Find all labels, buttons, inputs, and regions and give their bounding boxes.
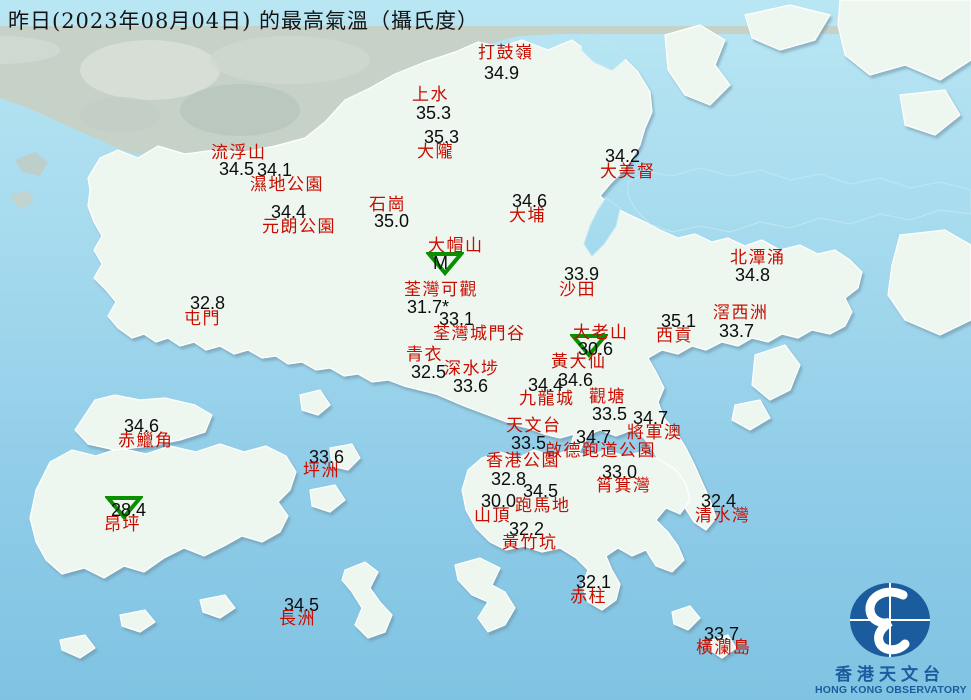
station-name: 黃大仙: [551, 352, 607, 371]
station-name: 荃灣可觀: [404, 280, 478, 299]
station-name: 筲箕灣: [596, 476, 652, 495]
station-name: 上水: [412, 85, 449, 104]
station-value: 33.7: [719, 321, 755, 341]
station-name: 元朗公園: [262, 217, 336, 236]
station-name: 跑馬地: [515, 496, 571, 515]
station-name: 青衣: [406, 345, 443, 364]
station-name: 濕地公園: [250, 175, 324, 194]
station-value: 34.5: [219, 159, 255, 179]
station-name: 山頂: [474, 506, 511, 525]
station-value: 33.5: [511, 433, 547, 453]
station-value: 34.9: [484, 63, 520, 83]
station-value: 35.3: [416, 103, 452, 123]
station-name: 北潭涌: [730, 248, 786, 267]
station-name: 沙田: [559, 280, 596, 299]
station-name: 深水埗: [444, 359, 500, 378]
station-name: 大埔: [509, 206, 546, 225]
station-name: 天文台: [506, 416, 562, 435]
hko-logo-emblem: [850, 582, 930, 657]
station-name: 觀塘: [589, 387, 626, 406]
station-name: 昂坪: [104, 515, 141, 534]
station-name: 赤鱲角: [118, 431, 174, 450]
station-value: 35.0: [374, 211, 410, 231]
station-name: 赤柱: [570, 587, 607, 606]
station-name: 九龍城: [519, 389, 575, 408]
station-value: 33.6: [453, 376, 489, 396]
station-name: 黃竹坑: [502, 533, 558, 552]
station-name: 清水灣: [695, 506, 751, 525]
station-name: 西貢: [656, 326, 693, 345]
station-value: 34.8: [735, 265, 771, 285]
station-name: 大美督: [600, 162, 656, 181]
station-name: 大帽山: [428, 236, 484, 255]
station-value: 33.5: [592, 404, 628, 424]
station-name: 大老山: [573, 323, 629, 342]
station-name: 打鼓嶺: [478, 43, 534, 62]
station-name: 大隴: [417, 142, 454, 161]
station-name: 荃灣城門谷: [433, 324, 526, 343]
station-name: 流浮山: [211, 143, 267, 162]
hko-logo-english-name: HONG KONG OBSERVATORY: [815, 684, 967, 697]
station-name: 啟德跑道公園: [545, 441, 656, 460]
station-value: M: [433, 253, 448, 273]
hko-logo-chinese-name: 香港天文台: [835, 664, 945, 684]
hko-logo: 香港天文台 HONG KONG OBSERVATORY: [815, 582, 967, 697]
station-value: 32.8: [491, 469, 527, 489]
hko-max-temperature-map-page: 昨日(2023年08月04日) 的最高氣溫（攝氏度） 34.9 打鼓嶺 35.3 上水…: [0, 0, 971, 700]
station-name: 屯門: [184, 309, 221, 328]
station-name: 香港公園: [486, 451, 560, 470]
station-name: 長洲: [279, 609, 316, 628]
station-name: 石崗: [369, 195, 406, 214]
station-name: 將軍澳: [627, 423, 683, 442]
station-name: 橫瀾島: [696, 638, 752, 657]
station-name: 滘西洲: [713, 303, 769, 322]
station-name: 坪洲: [303, 461, 340, 480]
station-value: 32.5: [411, 362, 447, 382]
station-value: 34.6: [558, 370, 594, 390]
